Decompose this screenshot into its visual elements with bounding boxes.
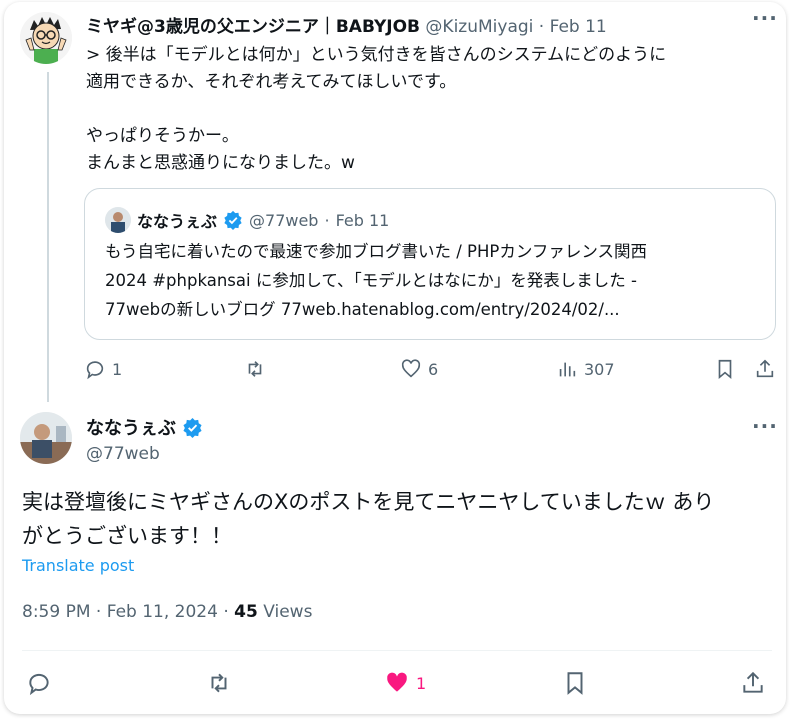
tweet-card: ミヤギ@3歳児の父エンジニア｜BABYJOB @KizuMiyagi · Feb… xyxy=(4,2,786,714)
main-post-text: 実は登壇後にミヤギさんのXのポストを見てニヤニヤしていましたｗ あり がとうござ… xyxy=(22,490,715,548)
retweet-icon xyxy=(248,361,262,377)
views-button[interactable]: 307 xyxy=(556,358,615,380)
reply-button[interactable] xyxy=(26,670,52,696)
main-handle[interactable]: @77web xyxy=(86,444,160,464)
quoted-handle: @77web xyxy=(249,210,319,230)
bookmark-icon xyxy=(567,672,583,695)
more-icon[interactable]: ··· xyxy=(752,414,778,438)
post-date[interactable]: Feb 11, 2024 xyxy=(107,602,218,622)
main-display-name[interactable]: ななうぇぶ xyxy=(86,414,176,440)
retweet-icon xyxy=(211,673,227,693)
reply-post-text: > 後半は「モデルとは何か」という気付きを皆さんのシステムにどのように 適用でき… xyxy=(86,45,667,173)
more-icon[interactable]: ··· xyxy=(752,6,778,30)
post-timestamp: 8:59 PM · Feb 11, 2024 · 45 Views xyxy=(22,602,312,622)
reply-display-name[interactable]: ミヤギ@3歳児の父エンジニア｜BABYJOB xyxy=(86,17,420,37)
bookmark-button[interactable] xyxy=(562,670,588,696)
like-icon xyxy=(401,359,421,378)
like-icon xyxy=(387,672,407,692)
reply-post-header: ミヤギ@3歳児の父エンジニア｜BABYJOB @KizuMiyagi · Feb… xyxy=(86,12,607,37)
reply-date[interactable]: Feb 11 xyxy=(550,17,607,37)
quoted-post-header: ななうぇぶ @77web · Feb 11 xyxy=(105,207,389,233)
retweet-button[interactable] xyxy=(244,358,266,380)
views-icon xyxy=(559,362,576,377)
quoted-display-name: ななうぇぶ xyxy=(137,212,218,231)
share-icon xyxy=(743,671,763,693)
quoted-post[interactable]: ななうぇぶ @77web · Feb 11 もう自宅に着いたので最速で参加ブログ… xyxy=(84,188,776,340)
translate-post-link[interactable]: Translate post xyxy=(22,556,134,575)
views-label: Views xyxy=(263,602,313,622)
share-button[interactable] xyxy=(754,358,776,380)
like-button[interactable]: 6 xyxy=(400,358,438,380)
reply-icon xyxy=(29,673,49,696)
like-button[interactable]: 1 xyxy=(384,670,426,696)
views-count: 45 xyxy=(234,602,258,622)
avatar-77web[interactable] xyxy=(20,412,72,464)
reply-handle[interactable]: @KizuMiyagi xyxy=(425,17,533,37)
views-count: 307 xyxy=(584,359,615,379)
reply-post-actions: 1 6 307 xyxy=(84,358,774,388)
separator-dot: · xyxy=(324,210,330,230)
verified-icon xyxy=(182,417,202,438)
separator-dot: · xyxy=(223,602,229,622)
separator-dot: · xyxy=(95,602,102,622)
reply-count: 1 xyxy=(112,359,123,379)
reply-icon xyxy=(86,361,104,380)
quoted-avatar xyxy=(105,207,131,233)
thread-line xyxy=(47,72,49,402)
bookmark-icon xyxy=(718,359,732,380)
separator-dot: · xyxy=(538,17,545,37)
quoted-date: Feb 11 xyxy=(335,210,390,230)
like-count: 6 xyxy=(428,359,439,379)
retweet-button[interactable] xyxy=(206,670,232,696)
reply-button[interactable]: 1 xyxy=(84,358,122,380)
verified-icon xyxy=(223,210,243,230)
share-button[interactable] xyxy=(740,670,766,696)
divider xyxy=(22,650,772,651)
avatar-miyagi[interactable] xyxy=(20,12,72,64)
bookmark-button[interactable] xyxy=(714,358,736,380)
like-count: 1 xyxy=(416,673,427,693)
main-author: ななうぇぶ xyxy=(86,414,202,440)
post-time[interactable]: 8:59 PM xyxy=(22,602,91,622)
quoted-post-text: もう自宅に着いたので最速で参加ブログ書いた / PHPカンファレンス関西 202… xyxy=(105,242,648,319)
main-post-actions: 1 xyxy=(4,664,786,704)
share-icon xyxy=(756,359,774,378)
